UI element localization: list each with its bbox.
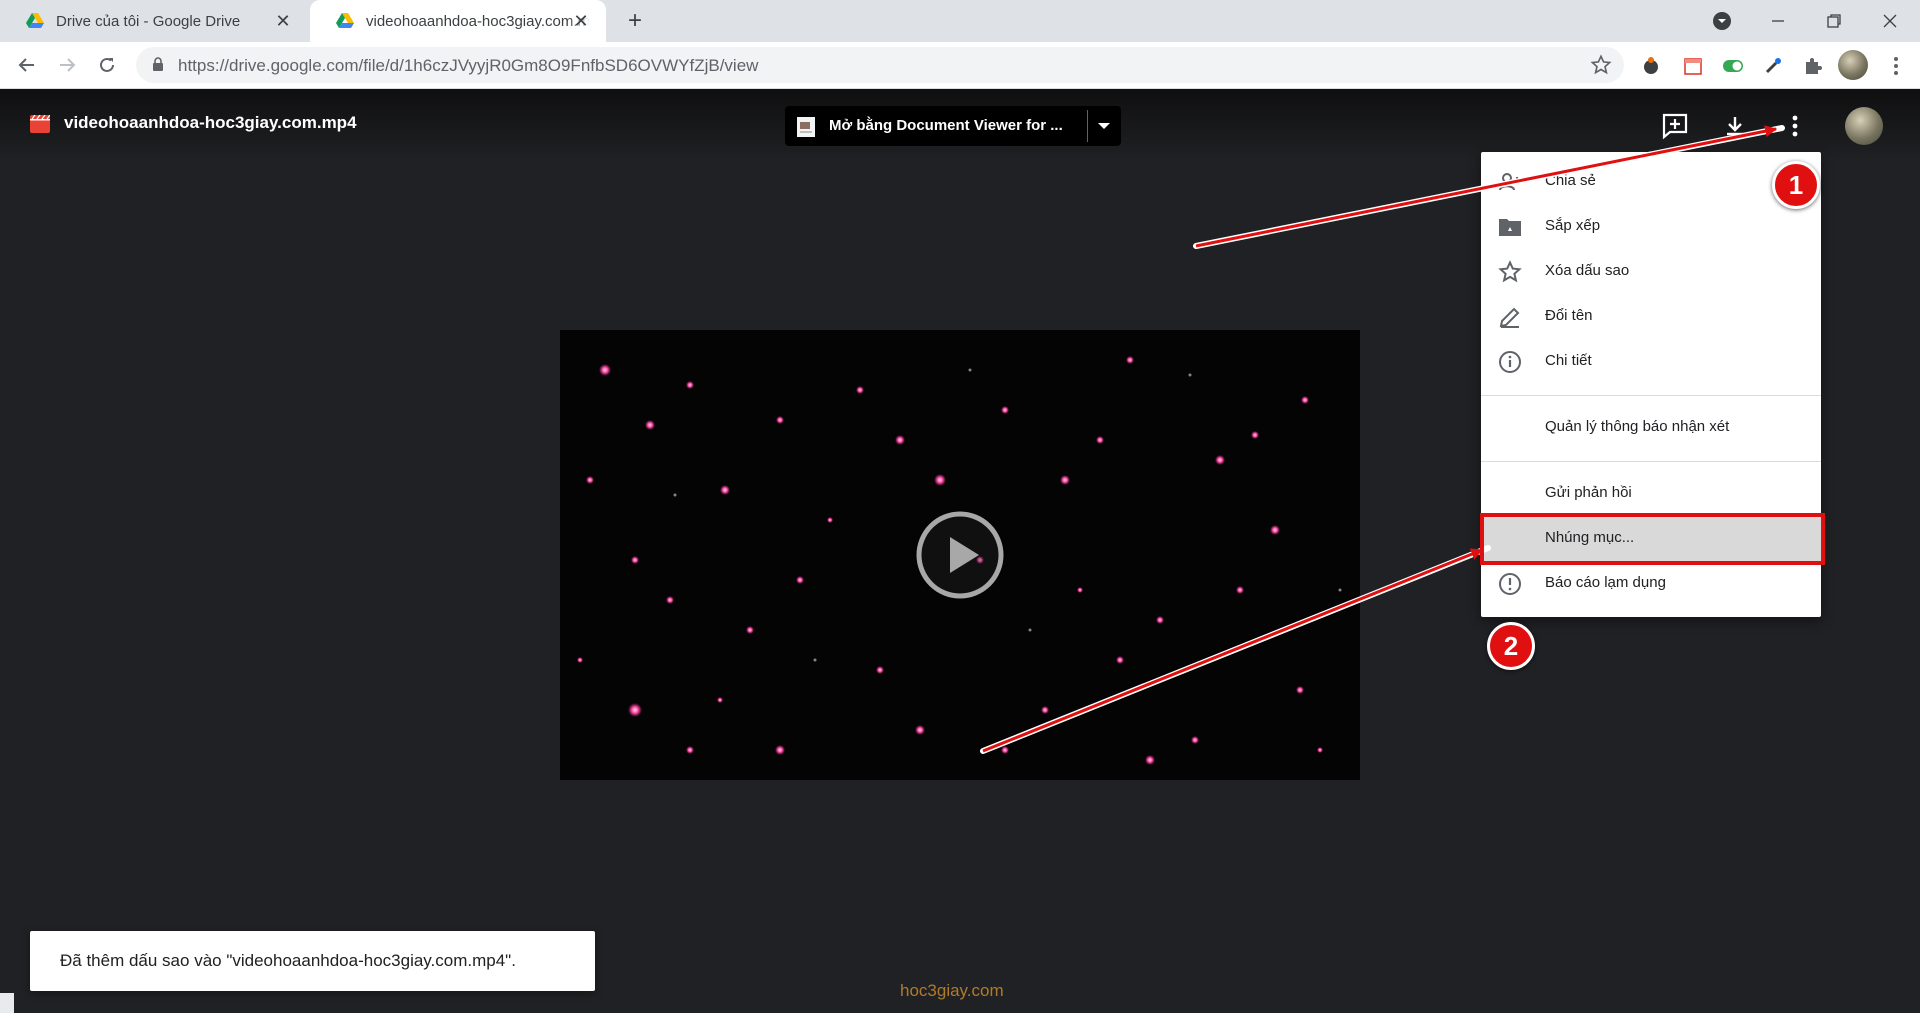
url-text: https://drive.google.com/file/d/1h6czJVy… <box>178 56 759 75</box>
extension-icon-2[interactable] <box>1681 54 1705 78</box>
menu-item-label: Gửi phản hồi <box>1545 484 1632 501</box>
menu-item-label: Chia sẻ <box>1545 172 1596 189</box>
tab-title: videohoaanhdoa-hoc3giay.com.mp4 - Google… <box>366 12 590 30</box>
browser-tab-strip: Drive của tôi - Google Drive ✕ videohoaa… <box>0 0 1920 42</box>
watermark-text: hoc3giay.com <box>900 981 1004 1000</box>
google-drive-icon <box>26 13 44 28</box>
more-actions-button[interactable] <box>1780 111 1810 141</box>
bug-extension-icon <box>1644 57 1658 74</box>
profile-avatar[interactable] <box>1838 50 1868 80</box>
lock-icon <box>153 57 163 71</box>
document-viewer-app-icon <box>797 117 815 137</box>
restore-button[interactable] <box>1806 0 1862 42</box>
extension-icon-3[interactable] <box>1721 54 1745 78</box>
person-add-icon <box>1497 169 1523 195</box>
chrome-menu-button[interactable] <box>1884 54 1908 78</box>
back-button[interactable] <box>12 50 42 80</box>
menu-item-report-abuse[interactable]: Báo cáo lạm dụng <box>1481 561 1821 606</box>
step-badge-1: 1 <box>1772 161 1820 209</box>
close-tab-icon[interactable]: ✕ <box>572 12 590 30</box>
window-corner <box>0 993 14 1013</box>
address-bar[interactable]: https://drive.google.com/file/d/1h6czJVy… <box>136 47 1624 83</box>
close-window-button[interactable] <box>1862 0 1918 42</box>
video-player[interactable] <box>560 330 1360 780</box>
menu-item-label: Quản lý thông báo nhận xét <box>1545 418 1730 435</box>
download-icon <box>1727 117 1743 136</box>
star-outline-icon <box>1497 259 1523 285</box>
menu-item-label: Báo cáo lạm dụng <box>1545 574 1666 591</box>
embed-highlight-box <box>1480 513 1825 565</box>
open-with-divider <box>1087 110 1088 142</box>
play-icon[interactable] <box>915 510 1005 600</box>
bookmark-star-icon[interactable] <box>1590 54 1612 76</box>
menu-item-label: Đổi tên <box>1545 307 1593 324</box>
minimize-button[interactable] <box>1750 0 1806 42</box>
extension-icon-4[interactable] <box>1761 54 1785 78</box>
minimize-icon <box>1772 20 1784 22</box>
menu-item-details[interactable]: Chi tiết <box>1481 339 1821 384</box>
menu-item-send-feedback[interactable]: Gửi phản hồi <box>1481 471 1821 516</box>
tab-search-button[interactable] <box>1694 0 1750 42</box>
tab-drive-home[interactable]: Drive của tôi - Google Drive ✕ <box>0 0 308 42</box>
puzzle-icon <box>1806 58 1822 74</box>
add-comment-icon <box>1662 113 1688 140</box>
close-icon <box>1883 14 1897 28</box>
toggle-extension-icon <box>1723 60 1743 72</box>
close-tab-icon[interactable]: ✕ <box>274 12 292 30</box>
forward-button[interactable] <box>52 50 82 80</box>
file-title: videohoaanhdoa-hoc3giay.com.mp4 <box>64 113 357 132</box>
google-drive-icon <box>336 13 354 28</box>
snackbar-notification: Đã thêm dấu sao vào "videohoaanhdoa-hoc3… <box>30 931 595 991</box>
extensions-button[interactable] <box>1801 54 1825 78</box>
browser-toolbar: https://drive.google.com/file/d/1h6czJVy… <box>0 42 1920 89</box>
arrow-right-icon <box>60 58 76 72</box>
add-comment-button[interactable] <box>1660 111 1690 141</box>
info-icon <box>1497 349 1523 375</box>
extension-icon-1[interactable] <box>1639 54 1663 78</box>
arrow-left-icon <box>18 58 34 72</box>
download-button[interactable] <box>1720 111 1750 141</box>
kebab-menu-icon <box>1792 115 1798 137</box>
folder-drive-icon <box>1497 214 1523 240</box>
new-tab-button[interactable]: + <box>622 8 648 34</box>
menu-divider <box>1481 395 1821 396</box>
menu-item-label: Chi tiết <box>1545 352 1592 369</box>
menu-item-label: Sắp xếp <box>1545 217 1601 234</box>
report-icon <box>1497 571 1523 597</box>
menu-item-share[interactable]: Chia sẻ <box>1481 159 1821 204</box>
calendar-extension-icon <box>1684 58 1702 75</box>
tab-video-file[interactable]: videohoaanhdoa-hoc3giay.com.mp4 - Google… <box>310 0 606 42</box>
restore-icon <box>1827 14 1841 28</box>
menu-divider <box>1481 461 1821 462</box>
tab-title: Drive của tôi - Google Drive <box>56 12 241 30</box>
reload-button[interactable] <box>92 50 122 80</box>
pencil-icon <box>1497 304 1523 330</box>
chevron-down-circle-icon <box>1713 12 1731 30</box>
menu-item-label: Xóa dấu sao <box>1545 262 1630 279</box>
eyedropper-icon <box>1765 58 1781 74</box>
open-with-button[interactable]: Mở bằng Document Viewer for ... <box>785 106 1121 146</box>
menu-item-organize[interactable]: Sắp xếp <box>1481 204 1821 249</box>
menu-item-comment-notifications[interactable]: Quản lý thông báo nhận xét <box>1481 405 1821 450</box>
open-with-label: Mở bằng Document Viewer for ... <box>829 117 1063 134</box>
video-file-icon <box>30 115 50 133</box>
menu-item-rename[interactable]: Đổi tên <box>1481 294 1821 339</box>
account-avatar[interactable] <box>1845 107 1883 145</box>
snackbar-message: Đã thêm dấu sao vào "videohoaanhdoa-hoc3… <box>60 951 516 970</box>
caret-down-icon[interactable] <box>1097 122 1111 130</box>
reload-icon <box>100 57 114 72</box>
step-badge-2: 2 <box>1487 622 1535 670</box>
viewer-header: videohoaanhdoa-hoc3giay.com.mp4 Mở bằng … <box>0 89 1920 161</box>
menu-item-remove-star[interactable]: Xóa dấu sao <box>1481 249 1821 294</box>
kebab-menu-icon <box>1894 57 1898 75</box>
